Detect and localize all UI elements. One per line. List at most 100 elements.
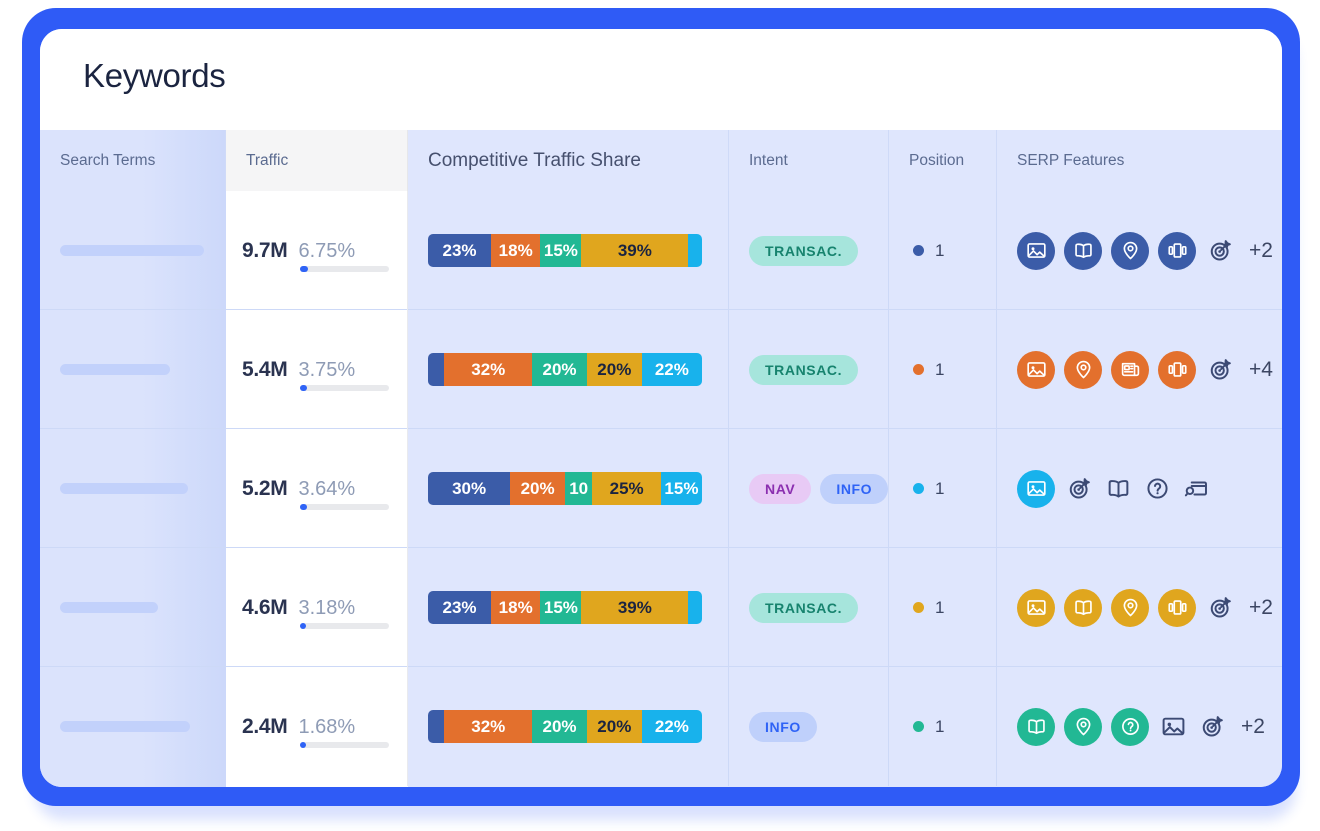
keywords-card: Keywords Search Terms Traffic Competitive … [40, 29, 1282, 787]
traffic-percent: 6.75% [298, 239, 356, 262]
book-icon[interactable] [1017, 707, 1055, 746]
search-window-icon[interactable] [1181, 474, 1211, 504]
serp-more-count[interactable]: +2 [1249, 596, 1273, 620]
cell-competitive-traffic-share[interactable]: 23% 18% 15% 39% [408, 548, 729, 667]
map-pin-icon[interactable] [1064, 350, 1102, 389]
traffic-share-segment: 32% [444, 353, 533, 386]
position-value: 1 [935, 240, 945, 260]
traffic-share-segment [428, 710, 445, 743]
cell-search-term[interactable] [40, 310, 226, 429]
traffic-share-segment: 15% [660, 472, 702, 505]
column-header-position[interactable]: Position [889, 130, 997, 191]
cell-position[interactable]: 1 [889, 191, 997, 310]
image-icon[interactable] [1017, 588, 1055, 627]
table-row[interactable]: 5.2M 3.64% 30% 20% 10 25% 15% NAV INFO 1 [40, 429, 1282, 548]
cell-competitive-traffic-share[interactable]: 23% 18% 15% 39% [408, 191, 729, 310]
question-icon[interactable] [1142, 474, 1172, 504]
cell-position[interactable]: 1 [889, 429, 997, 548]
cell-traffic[interactable]: 2.4M 1.68% [226, 667, 408, 786]
page-title: Keywords [83, 57, 226, 94]
cell-competitive-traffic-share[interactable]: 32% 20% 20% 22% [408, 667, 729, 786]
column-header-share[interactable]: Competitive Traffic Share [408, 130, 729, 191]
cell-intent[interactable]: NAV INFO [729, 429, 889, 548]
target-icon[interactable] [1064, 474, 1094, 504]
intent-badge[interactable]: TRANSAC. [749, 235, 859, 266]
carousel-icon[interactable] [1158, 588, 1196, 627]
cell-serp-features[interactable]: +2 [997, 191, 1282, 310]
cell-traffic[interactable]: 9.7M 6.75% [226, 191, 408, 310]
intent-badge[interactable]: INFO [820, 473, 889, 504]
cell-serp-features[interactable]: +2 [997, 548, 1282, 667]
cell-traffic[interactable]: 5.2M 3.64% [226, 429, 408, 548]
carousel-icon[interactable] [1158, 231, 1196, 270]
traffic-share-segment: 32% [444, 710, 533, 743]
column-header-traffic[interactable]: Traffic [226, 130, 408, 191]
map-pin-icon[interactable] [1111, 231, 1149, 270]
news-icon[interactable] [1111, 350, 1149, 389]
intent-badge[interactable]: INFO [749, 711, 817, 742]
cell-intent[interactable]: TRANSAC. [729, 191, 889, 310]
cell-search-term[interactable] [40, 429, 226, 548]
cell-serp-features[interactable]: +4 [997, 310, 1282, 429]
target-icon[interactable] [1205, 236, 1235, 266]
column-header-serp[interactable]: SERP Features [997, 130, 1282, 191]
position-dot-icon [913, 364, 924, 375]
cell-position[interactable]: 1 [889, 310, 997, 429]
table-row[interactable]: 2.4M 1.68% 32% 20% 20% 22% INFO 1 +2 [40, 667, 1282, 786]
image-icon[interactable] [1017, 231, 1055, 270]
intent-badge[interactable]: NAV [749, 473, 812, 504]
cell-serp-features[interactable] [997, 429, 1282, 548]
cell-search-term[interactable] [40, 191, 226, 310]
cell-position[interactable]: 1 [889, 667, 997, 786]
book-icon[interactable] [1064, 588, 1102, 627]
cell-intent[interactable]: INFO [729, 667, 889, 786]
map-pin-icon[interactable] [1111, 588, 1149, 627]
traffic-percent: 3.64% [298, 477, 356, 500]
traffic-share-segment: 20% [586, 353, 642, 386]
column-header-label: Competitive Traffic Share [428, 149, 641, 171]
table-row[interactable]: 4.6M 3.18% 23% 18% 15% 39% TRANSAC. 1 +2 [40, 548, 1282, 667]
cell-intent[interactable]: TRANSAC. [729, 310, 889, 429]
column-header-label: Intent [749, 151, 788, 169]
target-icon[interactable] [1197, 712, 1227, 742]
table-header-row: Search Terms Traffic Competitive Traffic S… [40, 130, 1282, 191]
column-header-label: Traffic [246, 151, 289, 169]
target-icon[interactable] [1205, 593, 1235, 623]
serp-more-count[interactable]: +4 [1249, 358, 1273, 382]
column-header-intent[interactable]: Intent [729, 130, 889, 191]
cell-traffic[interactable]: 4.6M 3.18% [226, 548, 408, 667]
map-pin-icon[interactable] [1064, 707, 1102, 746]
cell-competitive-traffic-share[interactable]: 30% 20% 10 25% 15% [408, 429, 729, 548]
traffic-share-segment [688, 591, 702, 624]
cell-competitive-traffic-share[interactable]: 32% 20% 20% 22% [408, 310, 729, 429]
image-icon[interactable] [1017, 350, 1055, 389]
cell-intent[interactable]: TRANSAC. [729, 548, 889, 667]
traffic-progress-track [299, 622, 389, 629]
target-icon[interactable] [1205, 355, 1235, 385]
cell-serp-features[interactable]: +2 [997, 667, 1282, 786]
traffic-progress-track [299, 741, 389, 748]
cell-search-term[interactable] [40, 667, 226, 786]
table-row[interactable]: 5.4M 3.75% 32% 20% 20% 22% TRANSAC. 1 +4 [40, 310, 1282, 429]
question-icon[interactable] [1111, 707, 1149, 746]
cell-search-term[interactable] [40, 548, 226, 667]
serp-more-count[interactable]: +2 [1241, 715, 1265, 739]
column-header-search-terms[interactable]: Search Terms [40, 130, 226, 191]
cell-traffic[interactable]: 5.4M 3.75% [226, 310, 408, 429]
image-icon[interactable] [1158, 712, 1188, 742]
intent-badge[interactable]: TRANSAC. [749, 592, 859, 623]
book-icon[interactable] [1064, 231, 1102, 270]
intent-badge[interactable]: TRANSAC. [749, 354, 859, 385]
table-row[interactable]: 9.7M 6.75% 23% 18% 15% 39% TRANSAC. 1 +2 [40, 191, 1282, 310]
carousel-icon[interactable] [1158, 350, 1196, 389]
column-header-label: Search Terms [60, 151, 156, 169]
search-term-placeholder [60, 483, 188, 494]
serp-more-count[interactable]: +2 [1249, 239, 1273, 263]
position-value: 1 [935, 478, 945, 498]
book-icon[interactable] [1103, 474, 1133, 504]
traffic-progress-fill [299, 741, 306, 748]
image-icon[interactable] [1017, 469, 1055, 508]
traffic-value: 5.2M [242, 476, 288, 500]
cell-position[interactable]: 1 [889, 548, 997, 667]
column-header-label: Position [909, 151, 965, 169]
